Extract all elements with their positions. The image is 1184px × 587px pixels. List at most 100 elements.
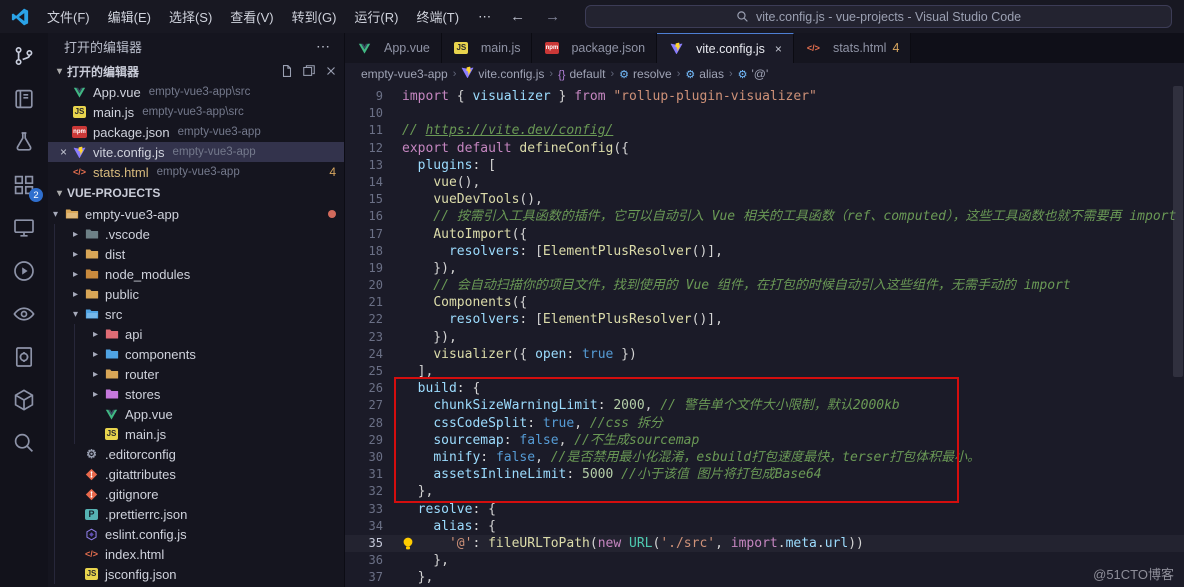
line-number[interactable]: 22 xyxy=(345,311,383,328)
line-number[interactable]: 28 xyxy=(345,415,383,432)
chevron-right-icon[interactable]: ▸ xyxy=(88,369,103,380)
editor-scrollbar[interactable] xyxy=(1173,85,1183,587)
menu-more-button[interactable]: ⋯ xyxy=(470,7,499,27)
tree-item-eslint-config-js[interactable]: eslint.config.js xyxy=(48,524,344,544)
tab-main-js[interactable]: JSmain.js xyxy=(442,33,533,63)
open-editor-item[interactable]: ×vite.config.jsempty-vue3-app xyxy=(48,142,344,162)
tree-item-index-html[interactable]: </>index.html xyxy=(48,544,344,564)
chevron-right-icon[interactable]: ▸ xyxy=(68,269,83,280)
open-editor-item[interactable]: App.vueempty-vue3-app\src xyxy=(48,82,344,102)
code-line-23[interactable]: 23 }), xyxy=(345,329,1184,346)
tab-vite-config-js[interactable]: vite.config.js× xyxy=(657,33,794,63)
title-search-box[interactable]: vite.config.js - vue-projects - Visual S… xyxy=(585,5,1172,28)
code-line-31[interactable]: 31 assetsInlineLimit: 5000 //小于该值 图片将打包成… xyxy=(345,466,1184,483)
chevron-right-icon[interactable]: ▸ xyxy=(88,349,103,360)
line-number[interactable]: 23 xyxy=(345,329,383,346)
line-number[interactable]: 21 xyxy=(345,294,383,311)
code-line-27[interactable]: 27 chunkSizeWarningLimit: 2000, // 警告单个文… xyxy=(345,397,1184,414)
tab-app-vue[interactable]: App.vue xyxy=(345,33,442,63)
extensions-icon[interactable]: 2 xyxy=(11,172,37,198)
tree-item-router[interactable]: ▸router xyxy=(48,364,344,384)
line-number[interactable]: 35 xyxy=(345,535,383,552)
code-line-29[interactable]: 29 sourcemap: false, //不生成sourcemap xyxy=(345,432,1184,449)
menu-item-6[interactable]: 终端(T) xyxy=(407,5,468,28)
tab-close-icon[interactable]: × xyxy=(775,42,782,56)
preview-eye-icon[interactable] xyxy=(11,301,37,327)
line-number[interactable]: 32 xyxy=(345,483,383,500)
open-editors-section-header[interactable]: ▾ 打开的编辑器 xyxy=(48,60,344,82)
code-line-34[interactable]: 34 alias: { xyxy=(345,518,1184,535)
code-line-22[interactable]: 22 resolvers: [ElementPlusResolver()], xyxy=(345,311,1184,328)
code-line-11[interactable]: 11// https://vite.dev/config/ xyxy=(345,122,1184,139)
code-line-21[interactable]: 21 Components({ xyxy=(345,294,1184,311)
tree-item-jsconfig-json[interactable]: JSjsconfig.json xyxy=(48,564,344,584)
search-icon[interactable] xyxy=(11,430,37,456)
code-editor[interactable]: 9import { visualizer } from "rollup-plug… xyxy=(345,85,1184,587)
line-number[interactable]: 27 xyxy=(345,397,383,414)
code-line-30[interactable]: 30 minify: false, //是否禁用最小化混淆，esbuild打包速… xyxy=(345,449,1184,466)
menu-item-3[interactable]: 查看(V) xyxy=(221,5,282,28)
code-line-16[interactable]: 16 // 按需引入工具函数的插件，它可以自动引入 Vue 相关的工具函数（re… xyxy=(345,208,1184,225)
code-line-36[interactable]: 36 }, xyxy=(345,552,1184,569)
code-line-37[interactable]: 37 }, xyxy=(345,569,1184,586)
line-number[interactable]: 25 xyxy=(345,363,383,380)
close-editor-icon[interactable]: × xyxy=(56,145,71,159)
tab-stats-html[interactable]: </>stats.html4 xyxy=(794,33,911,63)
code-line-17[interactable]: 17 AutoImport({ xyxy=(345,226,1184,243)
line-number[interactable]: 31 xyxy=(345,466,383,483)
save-all-icon[interactable] xyxy=(302,64,316,78)
breadcrumb-item[interactable]: empty-vue3-app xyxy=(361,67,448,81)
line-number[interactable]: 37 xyxy=(345,569,383,586)
line-number[interactable]: 26 xyxy=(345,380,383,397)
menu-item-1[interactable]: 编辑(E) xyxy=(99,5,160,28)
line-number[interactable]: 30 xyxy=(345,449,383,466)
breadcrumb-item[interactable]: ⚙alias xyxy=(685,67,724,81)
lightbulb-icon[interactable] xyxy=(402,537,415,552)
breadcrumb-item[interactable]: ⚙resolve xyxy=(619,67,672,81)
project-section-header[interactable]: ▾ VUE-PROJECTS xyxy=(48,182,344,204)
tree-item-dist[interactable]: ▸dist xyxy=(48,244,344,264)
chevron-down-icon[interactable]: ▾ xyxy=(48,209,63,220)
menu-item-5[interactable]: 运行(R) xyxy=(345,5,407,28)
line-number[interactable]: 15 xyxy=(345,191,383,208)
live-preview-icon[interactable] xyxy=(11,258,37,284)
beaker-icon[interactable] xyxy=(11,129,37,155)
tree-item-node-modules[interactable]: ▸node_modules xyxy=(48,264,344,284)
line-number[interactable]: 19 xyxy=(345,260,383,277)
code-line-20[interactable]: 20 // 会自动扫描你的项目文件，找到使用的 Vue 组件，在打包的时候自动引… xyxy=(345,277,1184,294)
container-icon[interactable] xyxy=(11,387,37,413)
chevron-down-icon[interactable]: ▾ xyxy=(68,309,83,320)
tree-item-api[interactable]: ▸api xyxy=(48,324,344,344)
code-line-9[interactable]: 9import { visualizer } from "rollup-plug… xyxy=(345,88,1184,105)
reader-icon[interactable] xyxy=(11,86,37,112)
line-number[interactable]: 13 xyxy=(345,157,383,174)
code-line-18[interactable]: 18 resolvers: [ElementPlusResolver()], xyxy=(345,243,1184,260)
chevron-right-icon[interactable]: ▸ xyxy=(68,249,83,260)
code-line-33[interactable]: 33 resolve: { xyxy=(345,501,1184,518)
line-number[interactable]: 9 xyxy=(345,88,383,105)
sidebar-more-actions-icon[interactable]: ⋯ xyxy=(316,38,330,55)
code-line-10[interactable]: 10 xyxy=(345,105,1184,122)
tree-item-main-js[interactable]: JSmain.js xyxy=(48,424,344,444)
menu-item-0[interactable]: 文件(F) xyxy=(38,5,99,28)
line-number[interactable]: 14 xyxy=(345,174,383,191)
line-number[interactable]: 11 xyxy=(345,122,383,139)
menu-item-2[interactable]: 选择(S) xyxy=(160,5,221,28)
line-number[interactable]: 29 xyxy=(345,432,383,449)
line-number[interactable]: 24 xyxy=(345,346,383,363)
code-line-13[interactable]: 13 plugins: [ xyxy=(345,157,1184,174)
code-line-24[interactable]: 24 visualizer({ open: true }) xyxy=(345,346,1184,363)
tree-item--gitattributes[interactable]: .gitattributes xyxy=(48,464,344,484)
new-untitled-file-icon[interactable] xyxy=(280,64,294,78)
code-line-32[interactable]: 32 }, xyxy=(345,483,1184,500)
chevron-right-icon[interactable]: ▸ xyxy=(68,289,83,300)
line-number[interactable]: 20 xyxy=(345,277,383,294)
breadcrumb-item[interactable]: ⚙'@' xyxy=(738,67,769,81)
tree-item-components[interactable]: ▸components xyxy=(48,344,344,364)
code-line-26[interactable]: 26 build: { xyxy=(345,380,1184,397)
tree-item--gitignore[interactable]: .gitignore xyxy=(48,484,344,504)
line-number[interactable]: 36 xyxy=(345,552,383,569)
scrollbar-thumb[interactable] xyxy=(1173,86,1183,377)
breadcrumb-item[interactable]: vite.config.js xyxy=(461,66,544,82)
line-number[interactable]: 17 xyxy=(345,226,383,243)
